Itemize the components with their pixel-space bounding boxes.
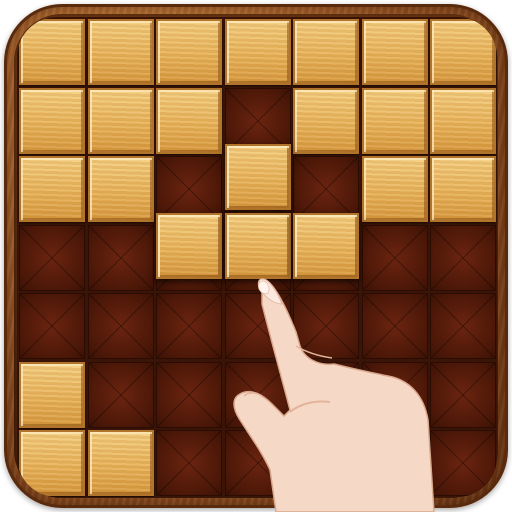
held-piece-block[interactable] xyxy=(224,212,291,279)
filled-block[interactable] xyxy=(224,19,291,85)
empty-cell[interactable] xyxy=(156,430,222,496)
filled-block[interactable] xyxy=(293,19,359,85)
empty-cell[interactable] xyxy=(87,224,154,291)
filled-block[interactable] xyxy=(156,19,222,85)
filled-block[interactable] xyxy=(430,156,496,222)
filled-block[interactable] xyxy=(19,361,85,428)
empty-cell[interactable] xyxy=(224,293,291,359)
empty-cell[interactable] xyxy=(430,430,496,496)
filled-block[interactable] xyxy=(156,87,222,154)
game-stage xyxy=(0,0,512,512)
filled-block[interactable] xyxy=(19,87,85,154)
filled-block[interactable] xyxy=(19,430,85,496)
filled-block[interactable] xyxy=(87,19,154,85)
filled-block[interactable] xyxy=(19,19,85,85)
held-piece-block[interactable] xyxy=(293,212,359,279)
empty-cell[interactable] xyxy=(19,224,85,291)
empty-cell[interactable] xyxy=(361,361,428,428)
empty-cell[interactable] xyxy=(224,361,291,428)
empty-cell[interactable] xyxy=(430,224,496,291)
empty-cell[interactable] xyxy=(156,361,222,428)
empty-cell[interactable] xyxy=(87,293,154,359)
empty-cell[interactable] xyxy=(87,361,154,428)
empty-cell[interactable] xyxy=(430,293,496,359)
filled-block[interactable] xyxy=(361,87,428,154)
empty-cell[interactable] xyxy=(293,293,359,359)
empty-cell[interactable] xyxy=(361,224,428,291)
empty-cell[interactable] xyxy=(361,430,428,496)
filled-block[interactable] xyxy=(430,87,496,154)
filled-block[interactable] xyxy=(430,19,496,85)
filled-block[interactable] xyxy=(19,156,85,222)
empty-cell[interactable] xyxy=(361,293,428,359)
empty-cell[interactable] xyxy=(19,293,85,359)
empty-cell[interactable] xyxy=(224,430,291,496)
filled-block[interactable] xyxy=(361,156,428,222)
filled-block[interactable] xyxy=(361,19,428,85)
held-piece-block[interactable] xyxy=(156,212,222,279)
empty-cell[interactable] xyxy=(156,293,222,359)
empty-cell[interactable] xyxy=(293,430,359,496)
filled-block[interactable] xyxy=(87,430,154,496)
filled-block[interactable] xyxy=(293,87,359,154)
game-board[interactable] xyxy=(17,17,497,497)
empty-cell[interactable] xyxy=(430,361,496,428)
empty-cell[interactable] xyxy=(293,361,359,428)
filled-block[interactable] xyxy=(87,87,154,154)
held-piece-block[interactable] xyxy=(224,144,291,210)
filled-block[interactable] xyxy=(87,156,154,222)
